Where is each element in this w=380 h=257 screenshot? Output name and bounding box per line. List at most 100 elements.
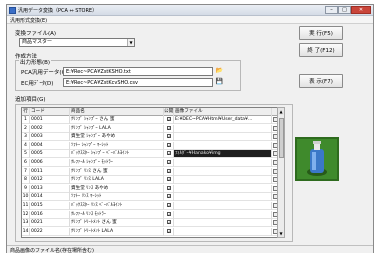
row-image-file[interactable]: [174, 141, 272, 150]
row-public-cell: ✓: [164, 159, 174, 167]
row-public-cell: ✓: [164, 210, 174, 219]
row-image-file[interactable]: E:¥DEC~PCA¥Html¥User_data¥...: [174, 116, 272, 124]
table-row[interactable]: 8 0012 ｸﾘﾝﾌﾟ ﾘﾝｽ LALA ✓: [22, 176, 282, 185]
row-public-cell: ✓: [164, 167, 174, 176]
table-row[interactable]: 7 0011 ｸﾘﾝﾌﾟ ﾘﾝｽ さん 蜜 ✓: [22, 167, 282, 176]
row-image-file[interactable]: [174, 133, 272, 142]
row-image-file[interactable]: [174, 219, 272, 228]
row-code[interactable]: 0016: [30, 210, 70, 219]
row-code[interactable]: 0004: [30, 141, 70, 150]
row-number: 8: [22, 176, 30, 185]
table-row[interactable]: 4 0004 ｿﾌﾄｰ ｼｬﾝﾌﾟｰ ﾏｰｼｯﾄ ✓: [22, 141, 282, 150]
public-checkbox[interactable]: ✓: [166, 134, 171, 139]
public-checkbox[interactable]: ✓: [166, 117, 171, 122]
row-code[interactable]: 0013: [30, 184, 70, 193]
table-row[interactable]: 14 0022 ｸﾘﾝﾌﾟ ﾄﾘｰﾄﾒﾝﾄ LALA ✓: [22, 227, 282, 236]
public-checkbox[interactable]: ✓: [166, 211, 171, 216]
row-image-file[interactable]: [174, 210, 272, 219]
row-product-name[interactable]: ｸﾘﾝﾌﾟ ｼｬﾝﾌﾟｰ さん 蜜: [70, 116, 164, 124]
row-image-file[interactable]: [174, 124, 272, 133]
public-checkbox[interactable]: ✓: [166, 142, 171, 147]
public-checkbox[interactable]: ✓: [166, 228, 171, 233]
table-row[interactable]: 2 0002 ｸﾘﾝﾌﾟ ｼｬﾝﾌﾟｰ LALA ✓: [22, 124, 282, 133]
public-checkbox[interactable]: ✓: [166, 125, 171, 130]
run-button[interactable]: 実 行(F5): [299, 26, 343, 40]
output-form-label: 出力形態(B): [19, 58, 52, 66]
row-code[interactable]: 0012: [30, 176, 70, 185]
row-image-file[interactable]: [174, 227, 272, 236]
row-product-name[interactable]: ｸﾘﾝﾌﾟ ﾄﾘｰﾄﾒﾝﾄ さん 蜜: [70, 219, 164, 228]
row-code[interactable]: 0015: [30, 202, 70, 210]
row-code[interactable]: 0002: [30, 124, 70, 133]
scroll-down-icon[interactable]: ▼: [278, 230, 284, 237]
row-product-name[interactable]: ｸﾘﾝﾌﾟ ｼｬﾝﾌﾟｰ LALA: [70, 124, 164, 133]
scroll-up-icon[interactable]: ▲: [278, 108, 284, 115]
pca-path-field[interactable]: E:¥Rec~PCA¥ZstKSHO.txt: [63, 67, 213, 76]
menu-item-convert[interactable]: 汎用形式変換(E): [10, 17, 47, 24]
row-code[interactable]: 0005: [30, 150, 70, 159]
row-product-name[interactable]: 資生堂 ｼｬﾝﾌﾟｰ あやめ: [70, 133, 164, 142]
row-product-name[interactable]: ｿﾌﾄｰ ｼｬﾝﾌﾟｰ ﾏｰｼｯﾄ: [70, 141, 164, 150]
row-product-name[interactable]: ｸﾚﾌｧｰﾙ ｼｬﾝﾌﾟｰ ﾓｯﾄﾗｰ: [70, 159, 164, 167]
row-image-file[interactable]: [174, 176, 272, 185]
scroll-thumb[interactable]: [279, 118, 284, 158]
conversion-file-select[interactable]: 商品マスター ▼: [19, 38, 135, 47]
row-code[interactable]: 0006: [30, 159, 70, 167]
public-checkbox[interactable]: ✓: [166, 168, 171, 173]
row-image-file[interactable]: [174, 159, 272, 167]
public-checkbox[interactable]: ✓: [166, 160, 171, 165]
item-grid[interactable]: 行 コード 商品名 公開 画像ファイル 1 0001 ｸﾘﾝﾌﾟ ｼｬﾝﾌﾟｰ さん…: [21, 107, 283, 238]
row-product-name[interactable]: ﾊﾞｯｸｽｽﾀｰ ﾘﾝｽ ﾍﾞｰﾊﾞﾙﾖｲﾝﾄ: [70, 202, 164, 210]
col-header-code: コード: [30, 108, 70, 116]
table-row[interactable]: 10 0014 ｿﾌﾄｰ ﾘﾝｽ ﾏｰｼｯﾄ ✓: [22, 193, 282, 202]
public-checkbox[interactable]: ✓: [166, 151, 171, 156]
title-bar[interactable]: 汎用データ変換（PCA ⇔ STORE） – □ ✕: [7, 5, 373, 16]
table-row[interactable]: 1 0001 ｸﾘﾝﾌﾟ ｼｬﾝﾌﾟｰ さん 蜜 ✓ E:¥DEC~PCA¥Html¥U…: [22, 116, 282, 124]
row-image-file[interactable]: ﾌｫﾙﾀﾞｰ¥Hanako¥img: [174, 150, 272, 159]
row-product-name[interactable]: ｸﾘﾝﾌﾟ ﾘﾝｽ さん 蜜: [70, 167, 164, 176]
row-code[interactable]: 0003: [30, 133, 70, 142]
row-product-name[interactable]: ｿﾌﾄｰ ﾘﾝｽ ﾏｰｼｯﾄ: [70, 193, 164, 202]
maximize-icon[interactable]: □: [338, 6, 351, 14]
public-checkbox[interactable]: ✓: [166, 177, 171, 182]
row-image-file[interactable]: [174, 193, 272, 202]
row-product-name[interactable]: ｸﾘﾝﾌﾟ ﾄﾘｰﾄﾒﾝﾄ LALA: [70, 227, 164, 236]
row-image-file[interactable]: [174, 167, 272, 176]
table-row[interactable]: 12 0016 ｸﾚﾌｧｰﾙ ﾘﾝｽ ﾓｯﾄﾗｰ ✓: [22, 210, 282, 219]
row-public-cell: ✓: [164, 124, 174, 133]
folder-open-icon[interactable]: 📂: [215, 67, 224, 75]
table-row[interactable]: 6 0006 ｸﾚﾌｧｰﾙ ｼｬﾝﾌﾟｰ ﾓｯﾄﾗｰ ✓: [22, 159, 282, 167]
table-row[interactable]: 11 0015 ﾊﾞｯｸｽｽﾀｰ ﾘﾝｽ ﾍﾞｰﾊﾞﾙﾖｲﾝﾄ ✓: [22, 202, 282, 210]
row-number: 3: [22, 133, 30, 142]
grid-scrollbar[interactable]: ▲ ▼: [277, 107, 285, 238]
row-product-name[interactable]: ﾊﾞｯｸｽｽﾀｰ ｼｬﾝﾌﾟｰ ﾍﾞｰﾊﾞﾙﾖｲﾝﾄ: [70, 150, 164, 159]
table-row[interactable]: 9 0013 資生堂 ﾘﾝｽ あやめ ✓: [22, 184, 282, 193]
row-product-name[interactable]: ｸﾘﾝﾌﾟ ﾘﾝｽ LALA: [70, 176, 164, 185]
close-icon[interactable]: ✕: [351, 6, 371, 14]
public-checkbox[interactable]: ✓: [166, 203, 171, 208]
public-checkbox[interactable]: ✓: [166, 194, 171, 199]
row-product-name[interactable]: 資生堂 ﾘﾝｽ あやめ: [70, 184, 164, 193]
ec-path-field[interactable]: E:¥Rec~PCA¥ZstKcvSHO.csv: [63, 78, 213, 87]
public-checkbox[interactable]: ✓: [166, 220, 171, 225]
row-number: 13: [22, 219, 30, 228]
row-code[interactable]: 0014: [30, 193, 70, 202]
row-image-file[interactable]: [174, 184, 272, 193]
row-number: 1: [22, 116, 30, 124]
row-image-file[interactable]: [174, 202, 272, 210]
ec-data-label: EC用ﾃﾞｰﾀ(D): [21, 81, 54, 87]
exit-button[interactable]: 終 了(F12): [299, 43, 343, 57]
chevron-down-icon[interactable]: ▼: [127, 39, 134, 46]
row-code[interactable]: 0022: [30, 227, 70, 236]
public-checkbox[interactable]: ✓: [166, 185, 171, 190]
table-row[interactable]: 5 0005 ﾊﾞｯｸｽｽﾀｰ ｼｬﾝﾌﾟｰ ﾍﾞｰﾊﾞﾙﾖｲﾝﾄ ✓ ﾌｫﾙﾀﾞｰ¥H…: [22, 150, 282, 159]
table-row[interactable]: 13 0021 ｸﾘﾝﾌﾟ ﾄﾘｰﾄﾒﾝﾄ さん 蜜 ✓: [22, 219, 282, 228]
save-disk-icon[interactable]: 💾: [215, 78, 224, 86]
row-product-name[interactable]: ｸﾚﾌｧｰﾙ ﾘﾝｽ ﾓｯﾄﾗｰ: [70, 210, 164, 219]
display-button[interactable]: 表 示(F7): [299, 74, 343, 88]
minimize-icon[interactable]: –: [325, 6, 338, 14]
row-code[interactable]: 0001: [30, 116, 70, 124]
row-code[interactable]: 0021: [30, 219, 70, 228]
row-code[interactable]: 0011: [30, 167, 70, 176]
table-row[interactable]: 3 0003 資生堂 ｼｬﾝﾌﾟｰ あやめ ✓: [22, 133, 282, 142]
